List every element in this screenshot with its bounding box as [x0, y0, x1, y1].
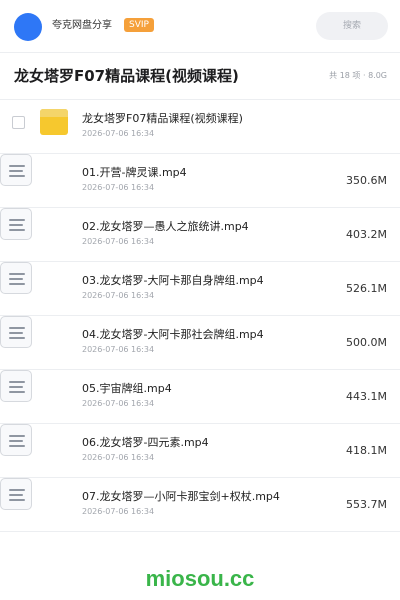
file-size: 350.6M: [346, 174, 387, 187]
folder-icon: [38, 108, 70, 140]
file-icon: [0, 478, 32, 510]
file-icon: [0, 370, 32, 402]
top-bar: 夸克网盘分享 SVIP 搜索: [0, 0, 400, 52]
file-row[interactable]: 07.龙女塔罗—小阿卡那宝剑+权杖.mp4 2026-07-06 16:34 5…: [0, 478, 400, 532]
file-date: 2026-07-06 16:34: [82, 129, 155, 138]
file-name: 02.龙女塔罗—愚人之旅统讲.mp4: [82, 220, 249, 233]
file-name: 04.龙女塔罗-大阿卡那社会牌组.mp4: [82, 328, 264, 341]
file-size: 418.1M: [346, 444, 387, 457]
file-size: 553.7M: [346, 498, 387, 511]
share-meta: 共 18 项 · 8.0G: [329, 71, 387, 80]
footer: miosou.cc: [0, 548, 400, 600]
file-row[interactable]: 02.龙女塔罗—愚人之旅统讲.mp4 2026-07-06 16:34 403.…: [0, 208, 400, 262]
file-icon: [0, 154, 32, 186]
file-size: 403.2M: [346, 228, 387, 241]
file-icon: [0, 424, 32, 456]
search-input[interactable]: 搜索: [316, 12, 388, 40]
file-row[interactable]: 03.龙女塔罗-大阿卡那自身牌组.mp4 2026-07-06 16:34 52…: [0, 262, 400, 316]
brand-name: 夸克网盘分享: [52, 20, 112, 31]
file-date: 2026-07-06 16:34: [82, 507, 155, 516]
watermark: miosou.cc: [145, 566, 255, 591]
share-header: 龙女塔罗F07精品课程(视频课程) 共 18 项 · 8.0G: [0, 53, 400, 99]
file-list: 龙女塔罗F07精品课程(视频课程) 2026-07-06 16:34 01.开营…: [0, 100, 400, 532]
folder-row[interactable]: 龙女塔罗F07精品课程(视频课程) 2026-07-06 16:34: [0, 100, 400, 154]
file-date: 2026-07-06 16:34: [82, 399, 155, 408]
file-name: 05.宇宙牌组.mp4: [82, 382, 172, 395]
page-title: 龙女塔罗F07精品课程(视频课程): [14, 67, 239, 85]
avatar[interactable]: [14, 13, 42, 41]
file-row[interactable]: 05.宇宙牌组.mp4 2026-07-06 16:34 443.1M: [0, 370, 400, 424]
file-date: 2026-07-06 16:34: [82, 237, 155, 246]
svip-badge: SVIP: [124, 18, 154, 32]
file-date: 2026-07-06 16:34: [82, 183, 155, 192]
file-name: 07.龙女塔罗—小阿卡那宝剑+权杖.mp4: [82, 490, 280, 503]
file-date: 2026-07-06 16:34: [82, 453, 155, 462]
file-size: 526.1M: [346, 282, 387, 295]
file-icon: [0, 208, 32, 240]
file-name: 龙女塔罗F07精品课程(视频课程): [82, 112, 243, 125]
file-name: 06.龙女塔罗-四元素.mp4: [82, 436, 209, 449]
file-date: 2026-07-06 16:34: [82, 291, 155, 300]
file-name: 03.龙女塔罗-大阿卡那自身牌组.mp4: [82, 274, 264, 287]
file-icon: [0, 316, 32, 348]
file-name: 01.开营-牌灵课.mp4: [82, 166, 187, 179]
file-row[interactable]: 06.龙女塔罗-四元素.mp4 2026-07-06 16:34 418.1M: [0, 424, 400, 478]
file-icon: [0, 262, 32, 294]
file-row[interactable]: 01.开营-牌灵课.mp4 2026-07-06 16:34 350.6M: [0, 154, 400, 208]
file-size: 443.1M: [346, 390, 387, 403]
row-checkbox[interactable]: [12, 116, 25, 129]
file-date: 2026-07-06 16:34: [82, 345, 155, 354]
file-row[interactable]: 04.龙女塔罗-大阿卡那社会牌组.mp4 2026-07-06 16:34 50…: [0, 316, 400, 370]
file-size: 500.0M: [346, 336, 387, 349]
